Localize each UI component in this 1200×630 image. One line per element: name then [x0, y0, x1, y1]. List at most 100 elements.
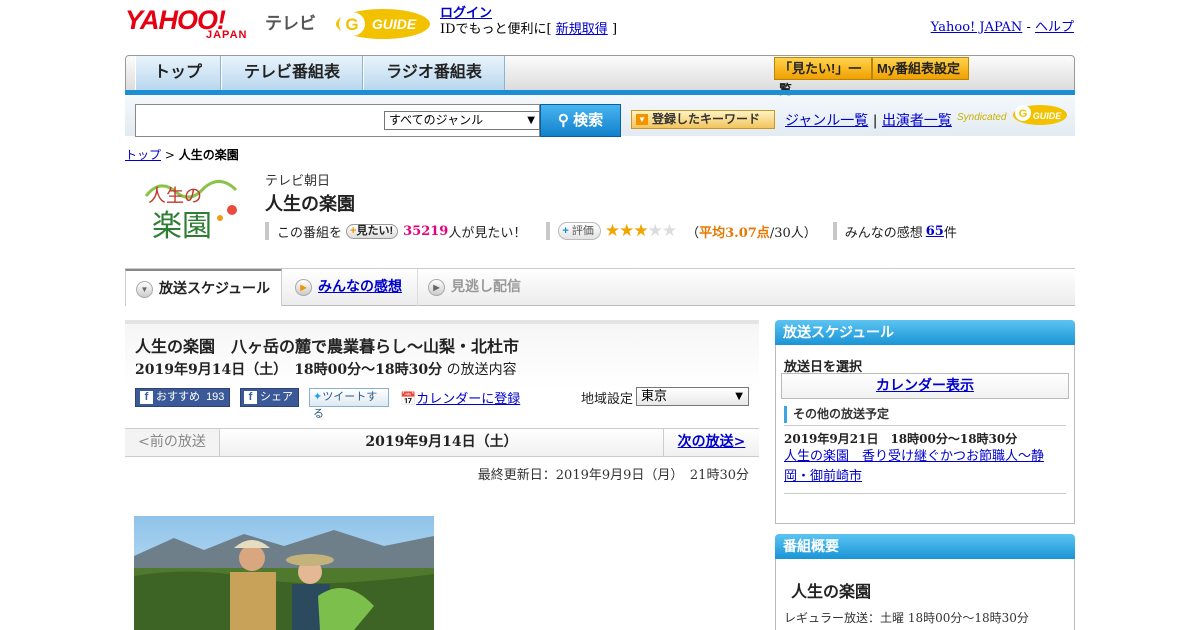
nav-tab-top[interactable]: トップ — [135, 56, 221, 90]
calendar-register[interactable]: 📅カレンダーに登録 — [400, 388, 520, 407]
star-full-icon: ★ — [633, 221, 648, 241]
impressions-suffix: 件 — [943, 225, 957, 241]
overview-title: 人生の楽園 — [791, 584, 872, 601]
next-schedule-link[interactable]: 人生の楽園 香り受け継ぐかつお節職人～静岡・御前崎市 — [784, 447, 1069, 487]
tweet-label: ツイートする — [313, 391, 378, 420]
rating-count: /30人） — [769, 225, 817, 241]
meta-divider — [546, 222, 551, 240]
syndicated-label: Syndicated — [957, 112, 1007, 123]
mitai-suffix: 人が見たい！ — [448, 225, 527, 241]
tab-schedule[interactable]: ▼ 放送スケジュール — [125, 269, 282, 306]
top-right-links: Yahoo! JAPAN - ヘルプ — [931, 16, 1074, 35]
yahoo-japan-link[interactable]: Yahoo! JAPAN — [931, 20, 1023, 35]
japan-logo-text: JAPAN — [206, 29, 248, 41]
svg-text:GUIDE: GUIDE — [372, 16, 417, 32]
genre-selected-value: すべてのジャンル — [389, 113, 484, 127]
episode-date-time: 2019年9月14日（土） 18時00分～18時30分 — [135, 362, 443, 378]
rating-average: 平均3.07点 — [699, 225, 770, 241]
program-title: 人生の楽園 — [265, 194, 355, 214]
episode-date-row: 2019年9月14日（土） 18時00分～18時30分 の放送内容 — [135, 359, 517, 379]
calendar-display-label: カレンダー表示 — [876, 378, 974, 394]
search-icon: ⚲ — [557, 112, 569, 129]
svg-text:G: G — [1019, 108, 1028, 120]
meta-divider — [832, 222, 837, 240]
impressions-count-link[interactable]: 65 — [926, 224, 944, 239]
nav-tab-tv-schedule[interactable]: テレビ番組表 — [221, 56, 363, 90]
dropdown-arrow-icon: ▼ — [527, 115, 535, 126]
login-prefix: IDでもっと便利に[ — [440, 22, 552, 37]
divider — [784, 425, 1066, 426]
genre-list-link[interactable]: ジャンル一覧 — [785, 113, 868, 129]
chevron-down-icon: ▼ — [136, 281, 153, 298]
region-label: 地域設定 — [581, 392, 634, 407]
search-button-label: 検索 — [573, 112, 604, 129]
program-logo-text-2: 楽園 — [152, 209, 212, 244]
calendar-register-link[interactable]: カレンダーに登録 — [416, 392, 520, 407]
breadcrumb-top-link[interactable]: トップ — [125, 148, 161, 162]
fb-recommend-count: 193 — [206, 391, 225, 403]
impressions-prefix: みんなの感想 — [844, 225, 923, 241]
twitter-icon: ✦ — [313, 391, 323, 403]
calendar-display-button[interactable]: カレンダー表示 — [781, 373, 1069, 399]
breadcrumb: トップ > 人生の楽園 — [125, 146, 239, 163]
my-schedule-button[interactable]: My番組表設定 — [872, 57, 969, 80]
eval-button[interactable]: + 評価 — [558, 222, 601, 240]
tab-schedule-label: 放送スケジュール — [159, 280, 271, 296]
genre-select[interactable]: すべてのジャンル ▼ — [384, 111, 540, 130]
search-links: ジャンル一覧 | 出演者一覧 — [785, 110, 952, 130]
gguide-logo: G GUIDE — [334, 7, 432, 41]
login-suffix: ] — [611, 22, 618, 37]
keyword-button-label: 登録したキーワード — [652, 112, 761, 126]
rating-open: （ — [686, 225, 700, 241]
triangle-down-icon: ▼ — [636, 114, 648, 125]
next-broadcast-link[interactable]: 次の放送> — [663, 429, 759, 456]
facebook-recommend-button[interactable]: f おすすめ 193 — [135, 388, 230, 407]
star-empty-icon: ★ — [647, 221, 663, 241]
divider — [784, 493, 1066, 494]
prev-broadcast: <前の放送 — [125, 429, 220, 456]
svg-text:G: G — [345, 15, 358, 34]
login-link[interactable]: ログイン — [440, 6, 492, 21]
nav-tab-radio-schedule[interactable]: ラジオ番組表 — [363, 56, 505, 90]
facebook-icon: f — [244, 391, 257, 404]
facebook-share-button[interactable]: f シェア — [240, 388, 299, 407]
keyword-button[interactable]: ▼ 登録したキーワード — [631, 110, 775, 129]
tab-impressions[interactable]: ▶ みんなの感想 — [285, 269, 415, 306]
nav-stripe — [125, 90, 1075, 95]
tv-logo-text[interactable]: テレビ — [265, 9, 316, 34]
fb-recommend-label: おすすめ — [156, 391, 200, 403]
link-separator: - — [1026, 20, 1031, 35]
episode-title: 人生の楽園 八ヶ岳の麓で農業暮らし～山梨・北杜市 — [135, 339, 520, 356]
mitai-list-button[interactable]: 「見たい!」一覧 — [774, 57, 872, 97]
other-schedule-heading: その他の放送予定 — [784, 406, 1066, 423]
region-selected-value: 東京 — [641, 389, 668, 404]
eval-button-label: 評価 — [571, 225, 594, 237]
mitai-button-label: 見たい! — [356, 224, 394, 237]
episode-date-suffix: の放送内容 — [446, 362, 517, 378]
search-button[interactable]: ⚲ 検索 — [540, 104, 621, 137]
performer-list-link[interactable]: 出演者一覧 — [882, 113, 952, 129]
next-schedule-date: 2019年9月21日 18時00分～18時30分 — [784, 432, 1018, 446]
tab-streaming: ▶ 見逃し配信 — [417, 269, 547, 306]
link-separator: | — [872, 113, 878, 129]
program-tabs: ▼ 放送スケジュール ▶ みんなの感想 ▶ 見逃し配信 — [125, 268, 1075, 306]
gguide-small-logo: G GUIDE — [1012, 102, 1068, 126]
mitai-prefix: この番組を — [277, 225, 343, 241]
mitai-count: 35219 — [403, 223, 449, 239]
region-select[interactable]: 東京 ▼ — [636, 387, 749, 406]
main-nav: トップ テレビ番組表 ラジオ番組表 「見たい!」一覧 My番組表設定 — [125, 55, 1075, 97]
broadcast-pager: <前の放送 2019年9月14日（土） 次の放送> — [125, 428, 759, 457]
mitai-button[interactable]: +見たい! — [346, 223, 399, 239]
tab-impressions-label: みんなの感想 — [318, 278, 402, 294]
register-link[interactable]: 新規取得 — [556, 22, 608, 37]
channel-name: テレビ朝日 — [265, 173, 331, 188]
chevron-right-icon: ▶ — [295, 279, 312, 296]
help-link[interactable]: ヘルプ — [1035, 20, 1074, 35]
rating-stars: ★★★★★ — [605, 221, 677, 241]
tweet-button[interactable]: ✦ツイートする — [309, 388, 389, 420]
breadcrumb-current: 人生の楽園 — [178, 148, 239, 162]
meta-divider — [265, 222, 269, 240]
sidebar-schedule-header: 放送スケジュール — [775, 320, 1075, 345]
login-block: ログイン IDでもっと便利に[ 新規取得 ] — [440, 6, 617, 38]
episode-photo — [134, 516, 434, 630]
